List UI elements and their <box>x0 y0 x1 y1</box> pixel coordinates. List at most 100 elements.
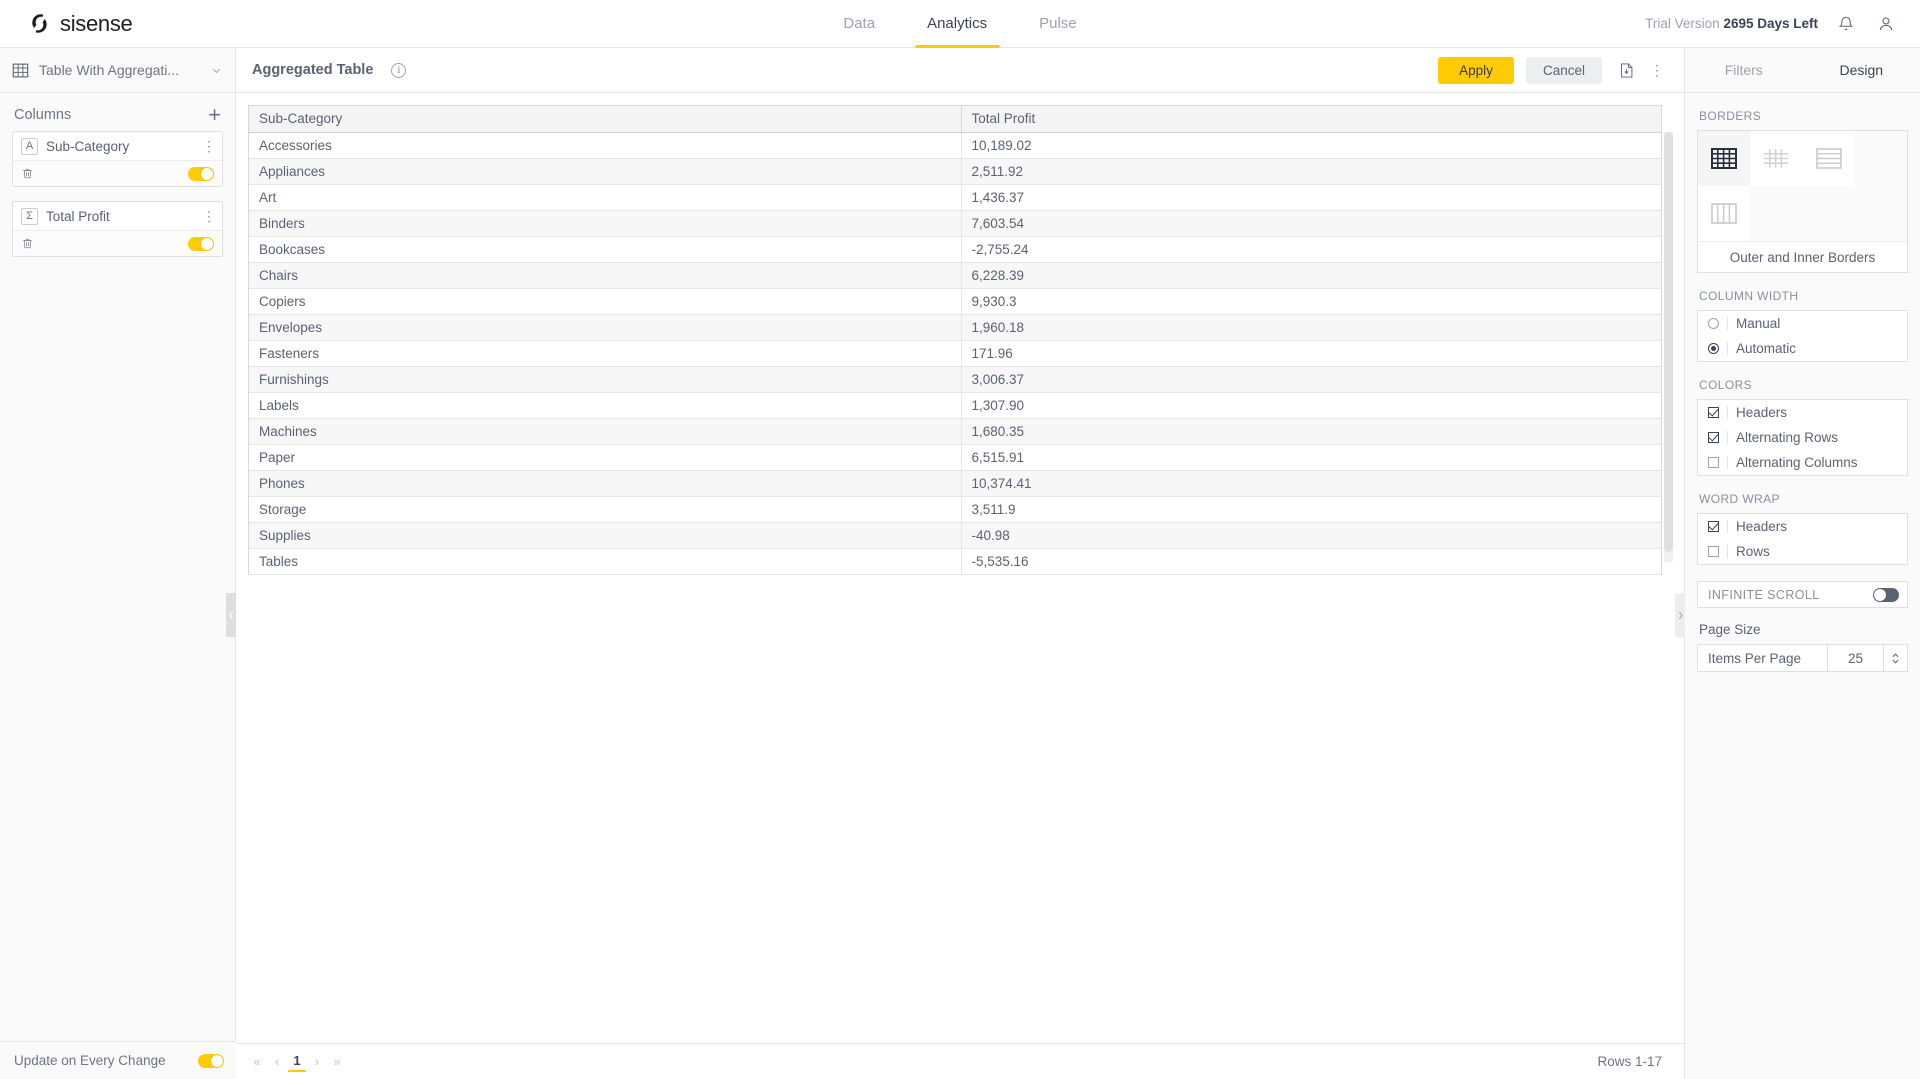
checkbox-wordwrap-headers[interactable] <box>1708 521 1719 532</box>
table-row[interactable]: Tables -5,535.16 <box>249 548 1661 575</box>
cell-sub-category: Tables <box>249 548 962 575</box>
table-row[interactable]: Fasteners 171.96 <box>249 340 1661 367</box>
brand-logo-area[interactable]: sisense <box>26 10 133 37</box>
cell-sub-category: Paper <box>249 444 962 471</box>
export-document-icon[interactable] <box>1614 58 1638 82</box>
border-option-horizontal[interactable] <box>1802 131 1855 186</box>
pagination-bar: « ‹ 1 › » Rows 1-17 <box>236 1043 1684 1079</box>
update-on-every-change-label: Update on Every Change <box>14 1053 166 1068</box>
colors-option-alternating-columns[interactable]: Alternating Columns <box>1698 450 1907 475</box>
info-icon[interactable]: i <box>391 62 407 78</box>
trash-icon[interactable] <box>21 237 34 250</box>
table-vertical-scrollbar[interactable] <box>1664 132 1673 562</box>
nav-tab-analytics[interactable]: Analytics <box>901 0 1013 48</box>
table-row[interactable]: Art 1,436.37 <box>249 184 1661 211</box>
checkbox-colors-headers[interactable] <box>1708 407 1719 418</box>
first-page-button[interactable]: « <box>248 1052 266 1072</box>
column-header-total-profit[interactable]: Total Profit <box>961 106 1661 133</box>
next-page-button[interactable]: › <box>308 1052 326 1072</box>
table-row[interactable]: Supplies -40.98 <box>249 522 1661 549</box>
items-per-page-label: Items Per Page <box>1708 650 1802 666</box>
user-account-icon[interactable] <box>1874 12 1898 36</box>
cell-sub-category: Furnishings <box>249 366 962 393</box>
border-option-inner[interactable] <box>1750 131 1803 186</box>
trial-days-left: 2695 Days Left <box>1723 16 1818 31</box>
cell-total-profit: 10,189.02 <box>961 132 1661 159</box>
update-on-every-change-toggle[interactable] <box>198 1053 224 1068</box>
table-row[interactable]: Furnishings 3,006.37 <box>249 366 1661 393</box>
word-wrap-option-rows[interactable]: Rows <box>1698 539 1907 564</box>
left-panel-collapse-handle[interactable] <box>226 593 236 637</box>
prev-page-button[interactable]: ‹ <box>268 1052 286 1072</box>
right-panel-collapse-handle[interactable] <box>1675 593 1685 637</box>
add-column-button[interactable]: + <box>208 104 221 126</box>
chevron-right-icon <box>1678 611 1683 619</box>
widget-menu-kebab-icon[interactable]: ⋮ <box>1650 63 1664 77</box>
top-bar: sisense Data Analytics Pulse Trial Versi… <box>0 0 1920 48</box>
notification-bell-icon[interactable] <box>1834 12 1858 36</box>
radio-automatic[interactable] <box>1708 343 1719 354</box>
border-option-placeholder <box>1750 186 1803 241</box>
table-row[interactable]: Bookcases -2,755.24 <box>249 236 1661 263</box>
kebab-menu-icon[interactable]: ⋮ <box>202 139 216 153</box>
table-row[interactable]: Appliances 2,511.92 <box>249 158 1661 185</box>
last-page-button[interactable]: » <box>328 1052 346 1072</box>
borders-option-box: Outer and Inner Borders <box>1697 130 1908 273</box>
table-row[interactable]: Labels 1,307.90 <box>249 392 1661 419</box>
border-option-outer-and-inner[interactable] <box>1698 131 1751 186</box>
infinite-scroll-toggle[interactable] <box>1873 587 1899 602</box>
nav-tab-data[interactable]: Data <box>817 0 901 48</box>
option-label: Manual <box>1736 316 1781 331</box>
colors-option-alternating-rows[interactable]: Alternating Rows <box>1698 425 1907 450</box>
widget-type-selector[interactable]: Table With Aggregati... <box>0 48 235 93</box>
items-per-page-input[interactable]: 25 <box>1827 645 1883 671</box>
page-number-1[interactable]: 1 <box>288 1052 306 1072</box>
radio-manual[interactable] <box>1708 318 1719 329</box>
table-body: Accessories 10,189.02 Appliances 2,511.92 Ar… <box>249 132 1661 575</box>
column-width-option-automatic[interactable]: Automatic <box>1698 336 1907 361</box>
table-row[interactable]: Phones 10,374.41 <box>249 470 1661 497</box>
table-row[interactable]: Envelopes 1,960.18 <box>249 314 1661 341</box>
checkbox-wordwrap-rows[interactable] <box>1708 546 1719 557</box>
cell-sub-category: Bookcases <box>249 236 962 263</box>
table-row[interactable]: Machines 1,680.35 <box>249 418 1661 445</box>
page-title: Aggregated Table <box>252 62 374 78</box>
cancel-button[interactable]: Cancel <box>1526 56 1602 84</box>
cell-sub-category: Chairs <box>249 262 962 289</box>
tab-design[interactable]: Design <box>1803 48 1920 92</box>
right-panel-tabs: Filters Design <box>1685 48 1920 93</box>
field-header-row[interactable]: A Sub-Category ⋮ <box>13 132 222 160</box>
cell-sub-category: Machines <box>249 418 962 445</box>
column-header-sub-category[interactable]: Sub-Category <box>249 106 962 133</box>
field-header-row[interactable]: Σ Total Profit ⋮ <box>13 202 222 230</box>
table-row[interactable]: Chairs 6,228.39 <box>249 262 1661 289</box>
border-option-vertical[interactable] <box>1698 186 1751 241</box>
sisense-logo-icon <box>32 14 47 33</box>
items-per-page-stepper[interactable] <box>1883 645 1907 671</box>
column-width-option-manual[interactable]: Manual <box>1698 311 1907 336</box>
table-row[interactable]: Binders 7,603.54 <box>249 210 1661 237</box>
column-field-sub-category: A Sub-Category ⋮ <box>12 131 223 187</box>
trash-icon[interactable] <box>21 167 34 180</box>
apply-button[interactable]: Apply <box>1438 56 1514 84</box>
table-row[interactable]: Storage 3,511.9 <box>249 496 1661 523</box>
cell-total-profit: -2,755.24 <box>961 236 1661 263</box>
checkbox-alternating-columns[interactable] <box>1708 457 1719 468</box>
main-navigation: Data Analytics Pulse <box>817 0 1102 48</box>
tab-filters[interactable]: Filters <box>1685 48 1803 92</box>
page-size-section-title: Page Size <box>1699 622 1761 637</box>
table-row[interactable]: Paper 6,515.91 <box>249 444 1661 471</box>
colors-option-headers[interactable]: Headers <box>1698 400 1907 425</box>
cell-total-profit: 6,228.39 <box>961 262 1661 289</box>
colors-section-title: COLORS <box>1699 378 1753 392</box>
kebab-menu-icon[interactable]: ⋮ <box>202 209 216 223</box>
checkbox-alternating-rows[interactable] <box>1708 432 1719 443</box>
table-row[interactable]: Copiers 9,930.3 <box>249 288 1661 315</box>
field-enable-toggle[interactable] <box>188 236 214 251</box>
word-wrap-option-headers[interactable]: Headers <box>1698 514 1907 539</box>
scrollbar-thumb[interactable] <box>1664 132 1673 552</box>
table-row[interactable]: Accessories 10,189.02 <box>249 132 1661 159</box>
nav-tab-pulse[interactable]: Pulse <box>1013 0 1103 48</box>
borders-option-grid <box>1698 131 1907 241</box>
field-enable-toggle[interactable] <box>188 166 214 181</box>
